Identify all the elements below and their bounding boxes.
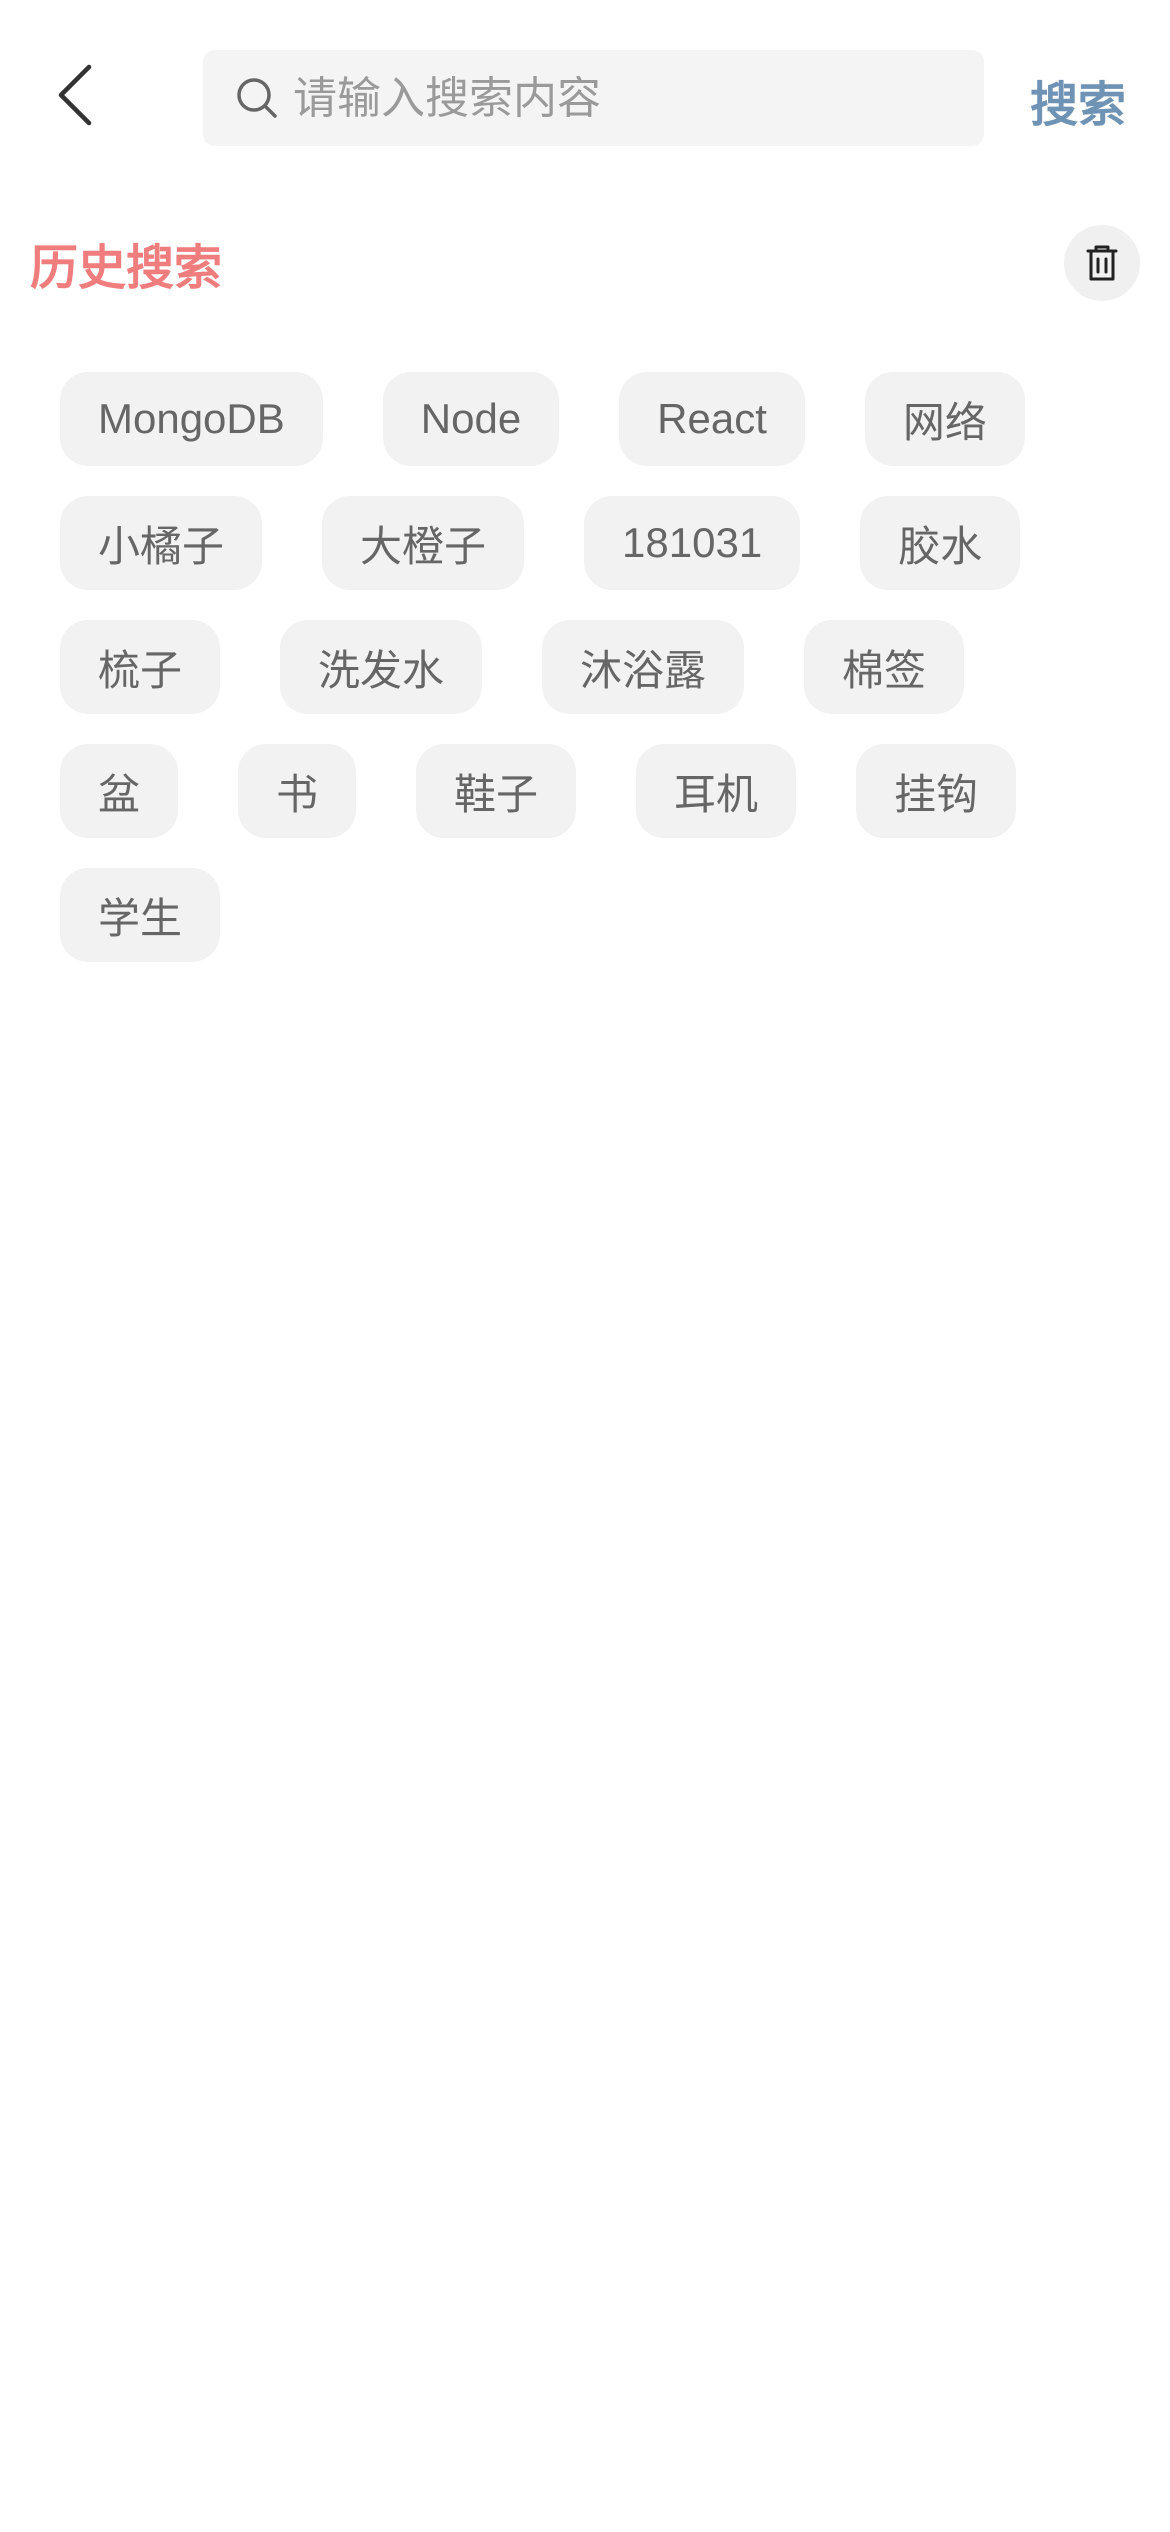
trash-icon (1086, 245, 1118, 281)
history-tag[interactable]: 盆 (60, 744, 179, 838)
history-tag[interactable]: 梳子 (60, 620, 221, 714)
clear-history-button[interactable] (1064, 225, 1140, 301)
history-tag[interactable]: 181031 (584, 496, 801, 590)
search-input[interactable] (293, 58, 984, 138)
history-tag[interactable]: 学生 (60, 868, 221, 962)
history-tag[interactable]: 网络 (864, 372, 1025, 466)
history-tag[interactable]: 鞋子 (416, 744, 577, 838)
history-title: 历史搜索 (30, 240, 223, 296)
search-box[interactable] (203, 50, 984, 146)
chevron-left-icon (58, 64, 92, 126)
history-tag[interactable]: 耳机 (636, 744, 797, 838)
history-tag[interactable]: 大橙子 (322, 496, 525, 590)
history-tag[interactable]: React (619, 372, 805, 466)
history-tag[interactable]: 沐浴露 (542, 620, 745, 714)
search-icon (233, 74, 281, 122)
history-tag[interactable]: 小橘子 (60, 496, 263, 590)
search-button[interactable]: 搜索 (1030, 60, 1126, 140)
history-tag-list: MongoDB Node React 网络小橘子 大橙子 181031 胶水梳子 洗发水 沐浴露… (60, 372, 1140, 962)
history-tag[interactable]: 挂钩 (856, 744, 1017, 838)
history-tag[interactable]: 胶水 (860, 496, 1021, 590)
history-header: 历史搜索 (0, 220, 1170, 301)
history-tag[interactable]: 棉签 (804, 620, 965, 714)
history-tag[interactable]: 书 (238, 744, 357, 838)
history-tag[interactable]: 洗发水 (280, 620, 483, 714)
top-bar: 搜索 (0, 0, 1170, 190)
back-button[interactable] (40, 55, 110, 135)
history-tag[interactable]: Node (382, 372, 560, 466)
history-tag[interactable]: MongoDB (60, 372, 323, 466)
